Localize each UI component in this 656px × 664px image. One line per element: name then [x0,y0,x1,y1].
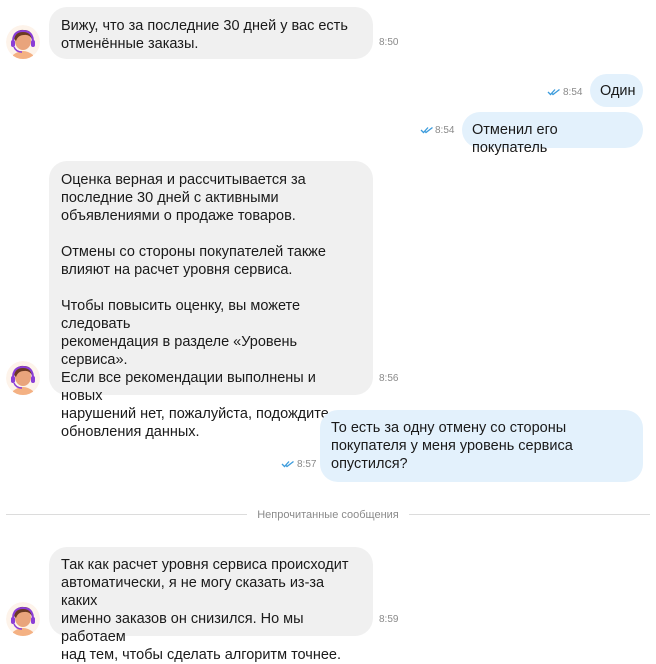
message-bubble-outgoing: То есть за одну отмену со стороны покупа… [320,410,643,482]
divider-label: Непрочитанные сообщения [247,508,409,521]
agent-avatar [6,602,40,636]
message-time: 8:56 [379,373,399,384]
agent-avatar [6,361,40,395]
message-bubble-incoming: Оценка верная и рассчитывается за послед… [49,161,373,440]
message-time: 8:54 [563,87,583,98]
support-agent-avatar-icon [6,25,40,59]
message-time: 8:54 [435,125,455,136]
message-bubble-outgoing: Отменил его покупатель [462,112,643,156]
divider-line [6,514,248,515]
support-agent-avatar-icon [6,602,40,636]
message-bubble-incoming: Вижу, что за последние 30 дней у вас ест… [49,7,373,59]
message-time: 8:57 [297,459,317,470]
double-check-icon [547,88,560,96]
message-bubble-incoming: Так как расчет уровня сервиса происходит… [49,547,373,663]
double-check-icon [420,126,433,134]
message-time: 8:50 [379,37,399,48]
double-check-icon [281,460,294,468]
message-time: 8:59 [379,614,399,625]
divider-line [408,514,650,515]
unread-messages-divider: Непрочитанные сообщения [6,508,650,521]
agent-avatar [6,25,40,59]
message-bubble-outgoing: Один [590,74,643,107]
support-agent-avatar-icon [6,361,40,395]
